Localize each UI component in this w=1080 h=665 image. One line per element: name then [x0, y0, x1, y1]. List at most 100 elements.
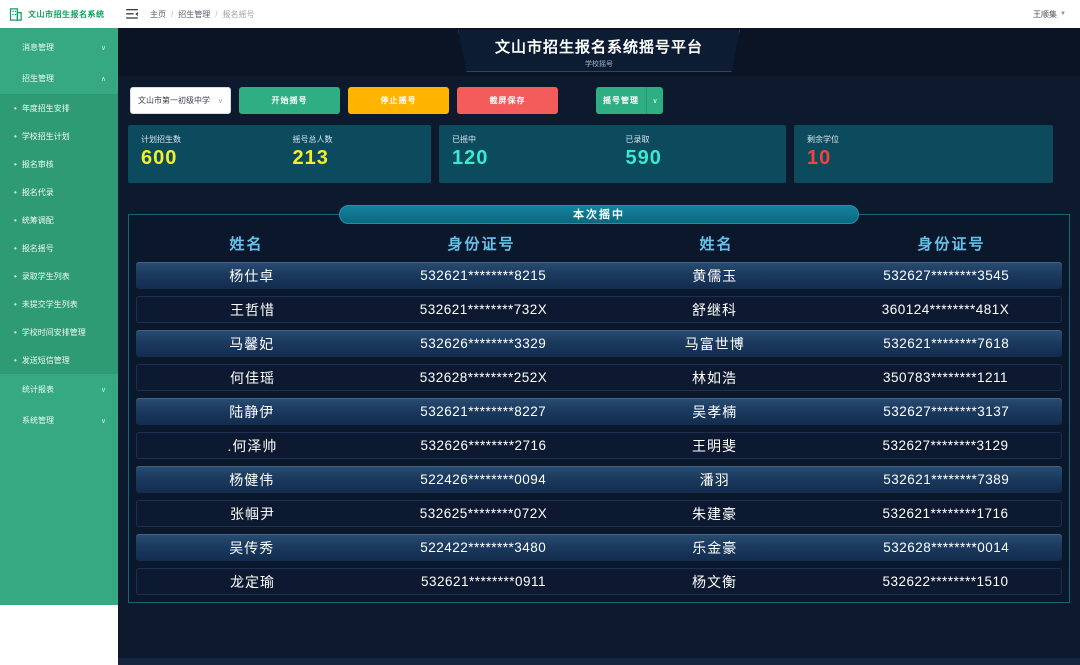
- sidebar-item-sms-mgmt[interactable]: 发送短信管理: [0, 346, 118, 374]
- table-header-row: 姓名 身份证号 姓名 身份证号: [129, 225, 1069, 262]
- chevron-down-icon: ∨: [101, 44, 106, 52]
- student-id: 532628********252X: [368, 370, 599, 385]
- student-id: 532621********7618: [831, 336, 1063, 351]
- stat-label: 计划招生数: [141, 134, 280, 145]
- breadcrumb-enrollment[interactable]: 招生管理: [178, 9, 210, 20]
- sidebar-group-system[interactable]: 系统管理 ∨: [0, 405, 118, 436]
- app-title: 文山市招生报名系统: [28, 9, 105, 20]
- menu-fold-icon[interactable]: [126, 9, 138, 19]
- sidebar-item-application-review[interactable]: 报名审核: [0, 150, 118, 178]
- column-header-name: 姓名: [599, 233, 834, 254]
- student-name: 王明斐: [599, 436, 830, 456]
- column-header-id: 身份证号: [834, 233, 1069, 254]
- user-menu[interactable]: 王顺集 ▼: [1033, 9, 1066, 20]
- sidebar-item-annual-plan[interactable]: 年度招生安排: [0, 94, 118, 122]
- stat-label: 剩余学位: [807, 134, 924, 145]
- controls-row: 文山市第一初级中学 ∨ 开始摇号 停止摇号 截屏保存 摇号管理 ∨: [130, 87, 1080, 114]
- lottery-manage-button[interactable]: 摇号管理: [596, 87, 646, 114]
- sidebar-item-school-plan[interactable]: 学校招生计划: [0, 122, 118, 150]
- student-name: 龙定瑜: [137, 572, 368, 592]
- student-name: 吴孝楠: [599, 402, 831, 422]
- caret-down-icon: ▼: [1060, 11, 1066, 17]
- student-name: 杨文衡: [599, 572, 830, 592]
- student-name: 乐金豪: [599, 538, 831, 558]
- lottery-manage-split-button: 摇号管理 ∨: [596, 87, 663, 114]
- breadcrumb-current: 报名摇号: [222, 9, 254, 20]
- sidebar-item-schedule-mgmt[interactable]: 学校时间安排管理: [0, 318, 118, 346]
- sidebar-group-messages[interactable]: 消息管理 ∨: [0, 32, 118, 63]
- student-id: 532625********072X: [368, 506, 599, 521]
- student-name: 王哲惜: [137, 300, 368, 320]
- student-name: 吴传秀: [136, 538, 368, 558]
- table-row: 吴传秀 522422********3480 乐金豪 532628*******…: [136, 534, 1062, 561]
- sidebar-item-admitted-list[interactable]: 录取学生列表: [0, 262, 118, 290]
- stat-value: 590: [626, 147, 787, 170]
- group-label: 系统管理: [22, 415, 54, 426]
- sidebar-item-unsubmitted-list[interactable]: 未提交学生列表: [0, 290, 118, 318]
- sidebar-nav: 消息管理 ∨ 招生管理 ∧ 年度招生安排 学校招生计划 报名审核 报名代录 统筹…: [0, 28, 118, 605]
- stat-planned-enrollment: 计划招生数 600: [128, 125, 280, 183]
- table-row: 杨仕卓 532621********8215 黄儒玉 532627*******…: [136, 262, 1062, 289]
- chevron-up-icon: ∧: [101, 75, 106, 83]
- stat-value: 213: [293, 147, 432, 170]
- stat-value: 10: [807, 147, 924, 170]
- column-header-id: 身份证号: [364, 233, 599, 254]
- sidebar-item-allocation[interactable]: 统筹调配: [0, 206, 118, 234]
- student-id: 522426********0094: [368, 472, 600, 487]
- sidebar: 文山市招生报名系统 消息管理 ∨ 招生管理 ∧ 年度招生安排 学校招生计划 报名…: [0, 0, 118, 665]
- stats-card-drawn: 已摇中 120 已录取 590: [439, 125, 786, 183]
- student-name: 陆静伊: [136, 402, 368, 422]
- platform-subtitle: 学校摇号: [459, 59, 739, 69]
- school-select-value: 文山市第一初级中学: [138, 95, 210, 106]
- group-label: 消息管理: [22, 42, 54, 53]
- stats-card-remaining: 剩余学位 10: [794, 125, 1053, 183]
- platform-title: 文山市招生报名系统摇号平台: [459, 36, 739, 57]
- student-name: 朱建豪: [599, 504, 830, 524]
- student-name: 张帼尹: [137, 504, 368, 524]
- student-id: 532627********3545: [831, 268, 1063, 283]
- student-id: 360124********481X: [830, 302, 1061, 317]
- stat-label: 摇号总人数: [293, 134, 432, 145]
- student-id: 532621********8227: [368, 404, 600, 419]
- stats-row: 计划招生数 600 摇号总人数 213 已摇中 120 已录取 590 剩余学位…: [128, 125, 1080, 183]
- student-id: 532628********0014: [831, 540, 1063, 555]
- student-id: 350783********1211: [830, 370, 1061, 385]
- start-lottery-button[interactable]: 开始摇号: [239, 87, 340, 114]
- breadcrumb-home[interactable]: 主页: [150, 9, 166, 20]
- sidebar-group-reports[interactable]: 统计报表 ∨: [0, 374, 118, 405]
- student-id: 532621********8215: [368, 268, 600, 283]
- table-row: .何泽帅 532626********2716 王明斐 532627******…: [136, 432, 1062, 459]
- hero-band: 文山市招生报名系统摇号平台 学校摇号: [118, 28, 1080, 76]
- chevron-down-icon: ∨: [101, 417, 106, 425]
- table-row: 王哲惜 532621********732X 舒继科 360124*******…: [136, 296, 1062, 323]
- student-name: 何佳瑶: [137, 368, 368, 388]
- breadcrumb-separator: /: [215, 10, 217, 19]
- student-name: 杨健伟: [136, 470, 368, 490]
- student-name: 马富世博: [599, 334, 831, 354]
- lottery-results-panel: 本次摇中 姓名 身份证号 姓名 身份证号 杨仕卓 532621********8…: [128, 214, 1070, 603]
- topbar: 主页 / 招生管理 / 报名摇号 王顺集 ▼: [118, 0, 1080, 28]
- table-row: 何佳瑶 532628********252X 林如浩 350783*******…: [136, 364, 1062, 391]
- stat-value: 120: [452, 147, 613, 170]
- student-id: 532621********1716: [830, 506, 1061, 521]
- student-id: 532627********3137: [831, 404, 1063, 419]
- stop-lottery-button[interactable]: 停止摇号: [348, 87, 449, 114]
- chevron-down-icon[interactable]: ∨: [646, 87, 663, 114]
- app-logo: 文山市招生报名系统: [0, 0, 118, 28]
- lottery-banner: 本次摇中: [339, 205, 859, 224]
- screenshot-save-button[interactable]: 截屏保存: [457, 87, 558, 114]
- student-name: 林如浩: [599, 368, 830, 388]
- sidebar-item-proxy-entry[interactable]: 报名代录: [0, 178, 118, 206]
- stats-card-plan: 计划招生数 600 摇号总人数 213: [128, 125, 431, 183]
- stat-total-participants: 摇号总人数 213: [280, 125, 432, 183]
- student-name: .何泽帅: [137, 436, 368, 456]
- student-id: 532621********0911: [368, 574, 599, 589]
- sidebar-item-lottery[interactable]: 报名摇号: [0, 234, 118, 262]
- student-name: 潘羽: [599, 470, 831, 490]
- student-name: 舒继科: [599, 300, 830, 320]
- building-logo-icon: [8, 7, 23, 22]
- student-id: 522422********3480: [368, 540, 600, 555]
- school-select[interactable]: 文山市第一初级中学 ∨: [130, 87, 231, 114]
- breadcrumb-separator: /: [171, 10, 173, 19]
- sidebar-group-enrollment[interactable]: 招生管理 ∧: [0, 63, 118, 94]
